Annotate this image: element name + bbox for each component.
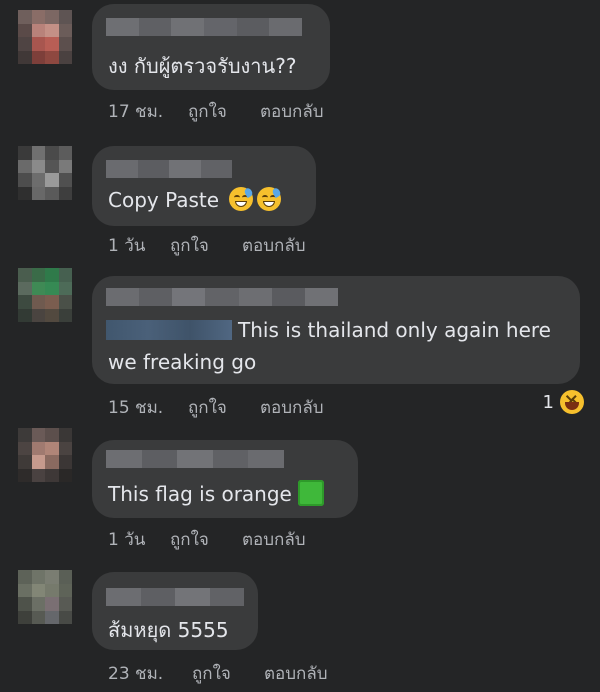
like-button[interactable]: ถูกใจ	[192, 660, 231, 687]
comment-bubble: This flag is orange	[92, 440, 358, 518]
reply-button[interactable]: ตอบกลับ	[260, 394, 324, 421]
timestamp: 1 วัน	[108, 530, 146, 550]
laughing-squint-emoji	[560, 390, 584, 414]
comment-bubble: ส้มหยุด 5555	[92, 572, 258, 650]
comment-text: This flag is orange	[108, 478, 324, 510]
grinning-sweat-emoji	[229, 186, 255, 211]
comment-text-line-2: we freaking go	[108, 350, 257, 374]
avatar[interactable]	[18, 10, 72, 64]
avatar[interactable]	[18, 146, 72, 200]
comment-bubble: Copy Paste	[92, 146, 316, 226]
like-button[interactable]: ถูกใจ	[188, 98, 227, 125]
comment-text: งง กับผู้ตรวจรับงาน??	[108, 54, 297, 78]
reaction-summary[interactable]: 1	[543, 390, 584, 414]
reply-button[interactable]: ตอบกลับ	[242, 526, 306, 553]
reply-button[interactable]: ตอบกลับ	[260, 98, 324, 125]
comment-text: Copy Paste	[108, 184, 283, 216]
reaction-count: 1	[542, 391, 554, 413]
timestamp: 15 ชม.	[108, 398, 164, 418]
like-button[interactable]: ถูกใจ	[170, 526, 209, 553]
comment-bubble: This is thailand only again here we frea…	[92, 276, 580, 384]
like-button[interactable]: ถูกใจ	[188, 394, 227, 421]
comment-text: ส้มหยุด 5555	[108, 618, 229, 642]
redacted-author-name	[106, 288, 338, 306]
green-square-emoji	[297, 480, 324, 506]
timestamp: 17 ชม.	[108, 102, 164, 122]
comment-bubble: งง กับผู้ตรวจรับงาน??	[92, 4, 330, 90]
redacted-author-name	[106, 18, 303, 36]
redacted-author-name	[106, 588, 244, 606]
like-button[interactable]: ถูกใจ	[170, 232, 209, 259]
avatar[interactable]	[18, 428, 72, 482]
redacted-author-name	[106, 160, 232, 178]
comment-text-line-1: This is thailand only again here	[238, 318, 551, 342]
redacted-mention	[106, 320, 232, 340]
avatar[interactable]	[18, 268, 72, 322]
grinning-sweat-emoji	[257, 186, 283, 211]
reply-button[interactable]: ตอบกลับ	[264, 660, 328, 687]
reply-button[interactable]: ตอบกลับ	[242, 232, 306, 259]
avatar[interactable]	[18, 570, 72, 624]
timestamp: 23 ชม.	[108, 664, 164, 684]
redacted-author-name	[106, 450, 284, 468]
timestamp: 1 วัน	[108, 236, 146, 256]
